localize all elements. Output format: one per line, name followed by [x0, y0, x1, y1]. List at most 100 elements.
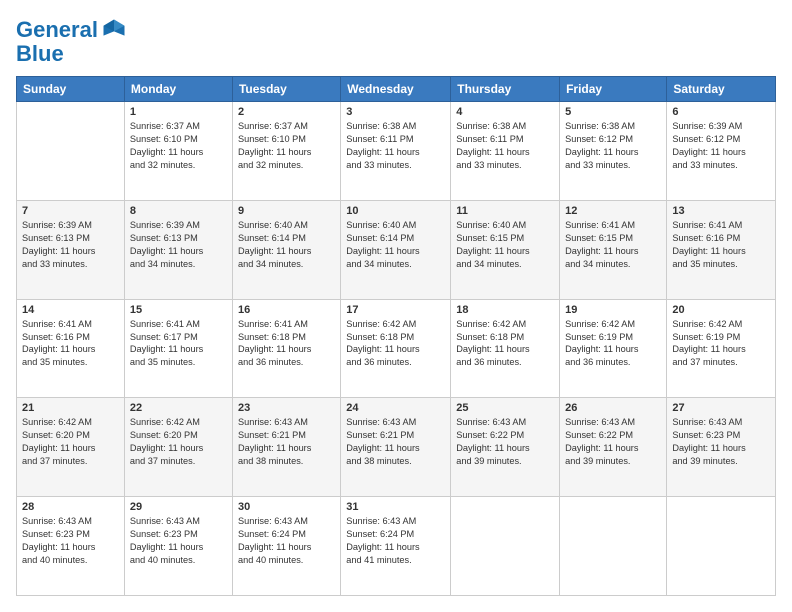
day-number: 1 [130, 106, 227, 118]
day-number: 7 [22, 205, 119, 217]
day-number: 30 [238, 501, 335, 513]
day-info: Sunrise: 6:43 AMSunset: 6:21 PMDaylight:… [346, 416, 445, 468]
week-row-4: 28 Sunrise: 6:43 AMSunset: 6:23 PMDayligh… [17, 497, 776, 596]
calendar-cell: 6 Sunrise: 6:39 AMSunset: 6:12 PMDaylight… [667, 102, 776, 201]
calendar-cell: 31 Sunrise: 6:43 AMSunset: 6:24 PMDayligh… [341, 497, 451, 596]
header-cell-monday: Monday [124, 77, 232, 102]
day-number: 28 [22, 501, 119, 513]
day-number: 2 [238, 106, 335, 118]
calendar-header: SundayMondayTuesdayWednesdayThursdayFrid… [17, 77, 776, 102]
day-number: 26 [565, 402, 661, 414]
logo-general: General [16, 18, 98, 42]
day-number: 24 [346, 402, 445, 414]
day-info: Sunrise: 6:38 AMSunset: 6:12 PMDaylight:… [565, 120, 661, 172]
day-info: Sunrise: 6:40 AMSunset: 6:14 PMDaylight:… [346, 219, 445, 271]
calendar-cell: 7 Sunrise: 6:39 AMSunset: 6:13 PMDaylight… [17, 200, 125, 299]
calendar-cell: 10 Sunrise: 6:40 AMSunset: 6:14 PMDayligh… [341, 200, 451, 299]
day-info: Sunrise: 6:42 AMSunset: 6:20 PMDaylight:… [130, 416, 227, 468]
calendar-cell: 19Sunrise: 6:42 AMSunset: 6:19 PMDayligh… [560, 299, 667, 398]
day-info: Sunrise: 6:43 AMSunset: 6:24 PMDaylight:… [346, 515, 445, 567]
calendar-cell: 25 Sunrise: 6:43 AMSunset: 6:22 PMDayligh… [451, 398, 560, 497]
header: General Blue [16, 16, 776, 66]
day-number: 5 [565, 106, 661, 118]
day-number: 12 [565, 205, 661, 217]
calendar-cell: 18 Sunrise: 6:42 AMSunset: 6:18 PMDayligh… [451, 299, 560, 398]
calendar-cell: 30 Sunrise: 6:43 AMSunset: 6:24 PMDayligh… [232, 497, 340, 596]
day-number: 18 [456, 304, 554, 316]
day-info: Sunrise: 6:38 AMSunset: 6:11 PMDaylight:… [456, 120, 554, 172]
week-row-2: 14Sunrise: 6:41 AMSunset: 6:16 PMDayligh… [17, 299, 776, 398]
calendar-cell: 22 Sunrise: 6:42 AMSunset: 6:20 PMDayligh… [124, 398, 232, 497]
day-info: Sunrise: 6:41 AMSunset: 6:17 PMDaylight:… [130, 318, 227, 370]
calendar-cell: 2 Sunrise: 6:37 AMSunset: 6:10 PMDaylight… [232, 102, 340, 201]
calendar-cell: 16Sunrise: 6:41 AMSunset: 6:18 PMDayligh… [232, 299, 340, 398]
calendar-cell: 26 Sunrise: 6:43 AMSunset: 6:22 PMDayligh… [560, 398, 667, 497]
day-info: Sunrise: 6:43 AMSunset: 6:23 PMDaylight:… [130, 515, 227, 567]
day-info: Sunrise: 6:40 AMSunset: 6:14 PMDaylight:… [238, 219, 335, 271]
day-number: 31 [346, 501, 445, 513]
day-number: 10 [346, 205, 445, 217]
header-cell-friday: Friday [560, 77, 667, 102]
day-number: 22 [130, 402, 227, 414]
page: General Blue SundayMondayTuesdayWednesda… [0, 0, 792, 612]
day-number: 21 [22, 402, 119, 414]
day-info: Sunrise: 6:37 AMSunset: 6:10 PMDaylight:… [238, 120, 335, 172]
calendar-cell: 14Sunrise: 6:41 AMSunset: 6:16 PMDayligh… [17, 299, 125, 398]
calendar-cell [560, 497, 667, 596]
calendar-cell: 5 Sunrise: 6:38 AMSunset: 6:12 PMDaylight… [560, 102, 667, 201]
logo-blue: Blue [16, 42, 64, 66]
day-number: 14 [22, 304, 119, 316]
day-info: Sunrise: 6:42 AMSunset: 6:18 PMDaylight:… [456, 318, 554, 370]
day-info: Sunrise: 6:43 AMSunset: 6:21 PMDaylight:… [238, 416, 335, 468]
header-cell-tuesday: Tuesday [232, 77, 340, 102]
header-cell-sunday: Sunday [17, 77, 125, 102]
day-info: Sunrise: 6:43 AMSunset: 6:22 PMDaylight:… [565, 416, 661, 468]
day-info: Sunrise: 6:41 AMSunset: 6:16 PMDaylight:… [672, 219, 770, 271]
day-info: Sunrise: 6:39 AMSunset: 6:12 PMDaylight:… [672, 120, 770, 172]
day-info: Sunrise: 6:42 AMSunset: 6:18 PMDaylight:… [346, 318, 445, 370]
calendar-cell: 29 Sunrise: 6:43 AMSunset: 6:23 PMDayligh… [124, 497, 232, 596]
calendar-cell: 12 Sunrise: 6:41 AMSunset: 6:15 PMDayligh… [560, 200, 667, 299]
calendar-cell: 3 Sunrise: 6:38 AMSunset: 6:11 PMDaylight… [341, 102, 451, 201]
week-row-0: 1 Sunrise: 6:37 AMSunset: 6:10 PMDaylight… [17, 102, 776, 201]
day-info: Sunrise: 6:43 AMSunset: 6:24 PMDaylight:… [238, 515, 335, 567]
day-number: 6 [672, 106, 770, 118]
calendar-cell [451, 497, 560, 596]
header-cell-thursday: Thursday [451, 77, 560, 102]
calendar-cell: 8Sunrise: 6:39 AMSunset: 6:13 PMDaylight… [124, 200, 232, 299]
header-row: SundayMondayTuesdayWednesdayThursdayFrid… [17, 77, 776, 102]
calendar-body: 1 Sunrise: 6:37 AMSunset: 6:10 PMDaylight… [17, 102, 776, 596]
day-number: 8 [130, 205, 227, 217]
calendar-cell: 27 Sunrise: 6:43 AMSunset: 6:23 PMDayligh… [667, 398, 776, 497]
logo: General Blue [16, 16, 128, 66]
day-number: 13 [672, 205, 770, 217]
calendar-cell: 21 Sunrise: 6:42 AMSunset: 6:20 PMDayligh… [17, 398, 125, 497]
header-cell-saturday: Saturday [667, 77, 776, 102]
calendar-cell: 1Sunrise: 6:37 AMSunset: 6:10 PMDaylight… [124, 102, 232, 201]
calendar-cell: 23 Sunrise: 6:43 AMSunset: 6:21 PMDayligh… [232, 398, 340, 497]
day-number: 9 [238, 205, 335, 217]
day-info: Sunrise: 6:43 AMSunset: 6:22 PMDaylight:… [456, 416, 554, 468]
day-info: Sunrise: 6:41 AMSunset: 6:15 PMDaylight:… [565, 219, 661, 271]
day-number: 27 [672, 402, 770, 414]
day-number: 25 [456, 402, 554, 414]
day-info: Sunrise: 6:42 AMSunset: 6:20 PMDaylight:… [22, 416, 119, 468]
calendar-cell: 28 Sunrise: 6:43 AMSunset: 6:23 PMDayligh… [17, 497, 125, 596]
day-number: 20 [672, 304, 770, 316]
day-info: Sunrise: 6:43 AMSunset: 6:23 PMDaylight:… [22, 515, 119, 567]
day-info: Sunrise: 6:43 AMSunset: 6:23 PMDaylight:… [672, 416, 770, 468]
day-info: Sunrise: 6:38 AMSunset: 6:11 PMDaylight:… [346, 120, 445, 172]
calendar-cell: 9 Sunrise: 6:40 AMSunset: 6:14 PMDaylight… [232, 200, 340, 299]
day-number: 3 [346, 106, 445, 118]
calendar-table: SundayMondayTuesdayWednesdayThursdayFrid… [16, 76, 776, 596]
day-number: 16 [238, 304, 335, 316]
calendar-cell: 20Sunrise: 6:42 AMSunset: 6:19 PMDayligh… [667, 299, 776, 398]
day-number: 29 [130, 501, 227, 513]
day-number: 19 [565, 304, 661, 316]
calendar-cell: 4Sunrise: 6:38 AMSunset: 6:11 PMDaylight… [451, 102, 560, 201]
day-info: Sunrise: 6:39 AMSunset: 6:13 PMDaylight:… [22, 219, 119, 271]
day-number: 23 [238, 402, 335, 414]
header-cell-wednesday: Wednesday [341, 77, 451, 102]
calendar-cell: 11Sunrise: 6:40 AMSunset: 6:15 PMDayligh… [451, 200, 560, 299]
logo-icon [100, 16, 128, 44]
